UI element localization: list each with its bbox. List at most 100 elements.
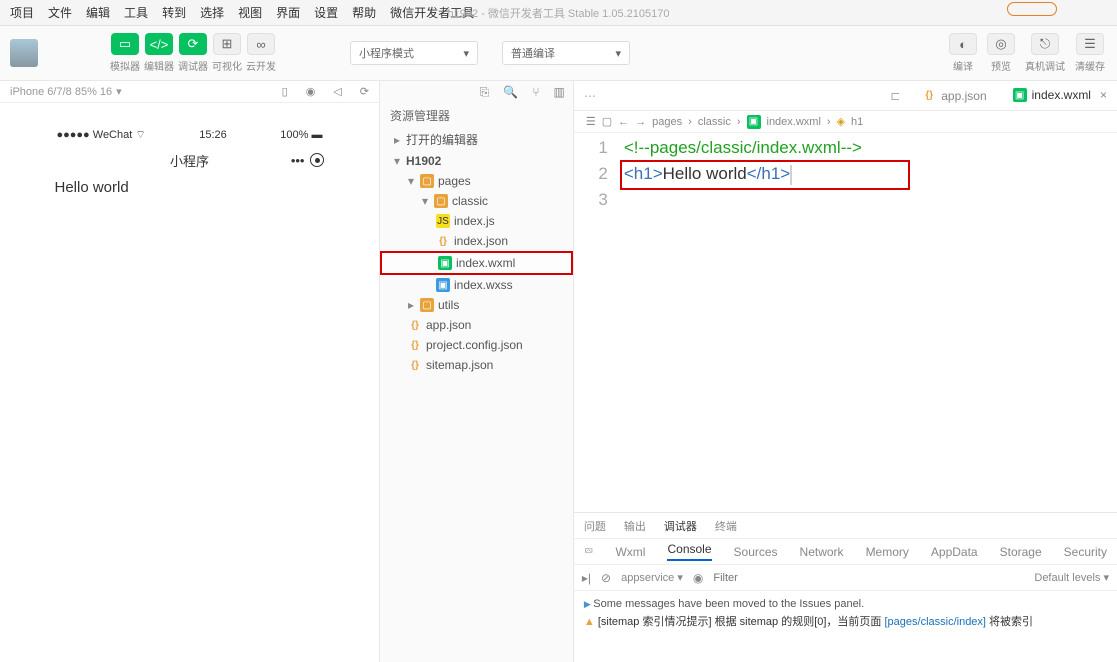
rotate-icon[interactable]: ⟳ [360, 85, 369, 98]
wxss-icon: ▣ [436, 278, 450, 292]
file-index-wxss[interactable]: ▣index.wxss [380, 275, 573, 295]
editor-button[interactable]: </> [145, 33, 173, 55]
levels-dropdown[interactable]: Default levels ▾ [1034, 571, 1109, 584]
json-icon: {} [922, 89, 936, 103]
file-app-json[interactable]: {}app.json [380, 315, 573, 335]
toggle-icon[interactable]: ▸| [582, 571, 591, 585]
search-icon[interactable]: 🔍 [503, 85, 518, 99]
file-index-wxml[interactable]: ▣index.wxml [380, 251, 573, 275]
tab-app-json[interactable]: {}app.json [912, 84, 996, 108]
devtools-tab-wxml[interactable]: Wxml [615, 545, 645, 559]
highlight-annotation [620, 160, 910, 190]
breadcrumb-pages[interactable]: pages [652, 116, 682, 128]
clear-cache-button[interactable]: ☰ [1076, 33, 1104, 55]
code-editor[interactable]: 123 <!--pages/classic/index.wxml--> <h1>… [574, 133, 1117, 512]
menu-view[interactable]: 视图 [238, 4, 262, 21]
menu-file[interactable]: 文件 [48, 4, 72, 21]
cloud-button[interactable]: ∞ [247, 33, 275, 55]
folder-icon: ▢ [434, 194, 448, 208]
mode-dropdown[interactable]: 小程序模式▾ [350, 41, 478, 65]
wxml-icon: ▣ [438, 256, 452, 270]
menu-help[interactable]: 帮助 [352, 4, 376, 21]
avatar[interactable] [10, 39, 38, 67]
back-icon[interactable]: ← [618, 116, 629, 128]
file-project-config[interactable]: {}project.config.json [380, 335, 573, 355]
bookmark-icon[interactable]: ▢ [602, 115, 612, 128]
devtools-tab-security[interactable]: Security [1064, 545, 1107, 559]
window-title: h1902 - 微信开发者工具 Stable 1.05.2105170 [448, 5, 670, 21]
filter-input[interactable] [713, 572, 855, 584]
panel-icon[interactable]: ▥ [554, 85, 565, 99]
js-icon: JS [436, 214, 450, 228]
code-line-1: <!--pages/classic/index.wxml--> [624, 138, 862, 157]
list-icon[interactable]: ☰ [586, 115, 596, 128]
visual-button[interactable]: ⊞ [213, 33, 241, 55]
more-tabs-icon[interactable]: ⋯ [584, 89, 596, 103]
json-icon: {} [408, 358, 422, 372]
menu-goto[interactable]: 转到 [162, 4, 186, 21]
copy-icon[interactable]: ⎘ [480, 85, 490, 100]
target-icon[interactable] [310, 153, 324, 167]
more-icon[interactable]: ••• [291, 153, 305, 168]
file-index-json[interactable]: {}index.json [380, 231, 573, 251]
panel-tab-debugger[interactable]: 调试器 [664, 518, 697, 534]
wxml-icon: ▣ [747, 115, 761, 129]
tab-index-wxml[interactable]: ▣index.wxml× [1003, 83, 1117, 108]
status-time: 15:26 [199, 129, 227, 141]
simulator-button[interactable]: ▭ [111, 33, 139, 55]
file-index-js[interactable]: JSindex.js [380, 211, 573, 231]
record-icon[interactable]: ◉ [306, 85, 316, 98]
json-icon: {} [408, 318, 422, 332]
inspect-icon[interactable]: ⮹ [584, 544, 594, 559]
folder-utils[interactable]: ▸▢utils [380, 295, 573, 315]
code-line-3 [624, 187, 862, 213]
devtools-tab-appdata[interactable]: AppData [931, 545, 978, 559]
menu-select[interactable]: 选择 [200, 4, 224, 21]
menu-settings[interactable]: 设置 [314, 4, 338, 21]
clear-icon[interactable]: ⊘ [601, 571, 611, 585]
devtools-tab-console[interactable]: Console [667, 542, 711, 561]
preview-button[interactable]: ◎ [987, 33, 1015, 55]
project-root[interactable]: ▾H1902 [380, 151, 573, 171]
devtools-tab-storage[interactable]: Storage [1000, 545, 1042, 559]
console-message-info: Some messages have been moved to the Iss… [584, 595, 1107, 613]
compile-dropdown[interactable]: 普通编译▾ [502, 41, 630, 65]
compile-button[interactable]: ◐ [949, 33, 977, 55]
close-icon[interactable]: × [1100, 88, 1107, 102]
open-editors-section[interactable]: ▸打开的编辑器 [380, 128, 573, 151]
page-content: Hello world [46, 175, 332, 200]
json-icon: {} [436, 234, 450, 248]
forward-icon[interactable]: → [635, 116, 646, 128]
mute-icon[interactable]: ◁ [333, 85, 341, 98]
chevron-down-icon[interactable]: ▾ [116, 85, 122, 98]
menu-ui[interactable]: 界面 [276, 4, 300, 21]
panel-tab-terminal[interactable]: 终端 [715, 518, 737, 534]
panel-tab-output[interactable]: 输出 [624, 518, 646, 534]
symbol-icon: ◈ [837, 115, 845, 128]
device-label[interactable]: iPhone 6/7/8 85% 16 [10, 86, 112, 98]
context-dropdown[interactable]: appservice ▾ [621, 571, 683, 584]
branch-icon[interactable]: ⑂ [532, 85, 539, 99]
devtools-tab-sources[interactable]: Sources [734, 545, 778, 559]
panel-tab-problem[interactable]: 问题 [584, 518, 606, 534]
folder-pages[interactable]: ▾▢pages [380, 171, 573, 191]
status-carrier: ●●●●● WeChat ⌔ [56, 128, 145, 142]
breadcrumb-symbol[interactable]: h1 [851, 116, 863, 128]
devtools-tab-network[interactable]: Network [800, 545, 844, 559]
split-right-icon[interactable]: ⊏ [890, 89, 900, 103]
menu-edit[interactable]: 编辑 [86, 4, 110, 21]
breadcrumb-file[interactable]: index.wxml [767, 116, 821, 128]
file-sitemap[interactable]: {}sitemap.json [380, 355, 573, 375]
status-pill [1007, 2, 1057, 16]
device-icon[interactable]: ▯ [282, 85, 288, 98]
folder-classic[interactable]: ▾▢classic [380, 191, 573, 211]
menu-project[interactable]: 项目 [10, 4, 34, 21]
remote-debug-button[interactable]: ⎋ [1031, 33, 1059, 55]
breadcrumb: ☰ ▢ ← → pages› classic› ▣index.wxml› ◈h1 [574, 111, 1117, 133]
breadcrumb-classic[interactable]: classic [698, 116, 731, 128]
devtools-tab-memory[interactable]: Memory [866, 545, 909, 559]
eye-icon[interactable]: ◉ [693, 571, 703, 585]
menu-tools[interactable]: 工具 [124, 4, 148, 21]
debugger-button[interactable]: ⟳ [179, 33, 207, 55]
explorer-title: 资源管理器 [380, 103, 573, 128]
